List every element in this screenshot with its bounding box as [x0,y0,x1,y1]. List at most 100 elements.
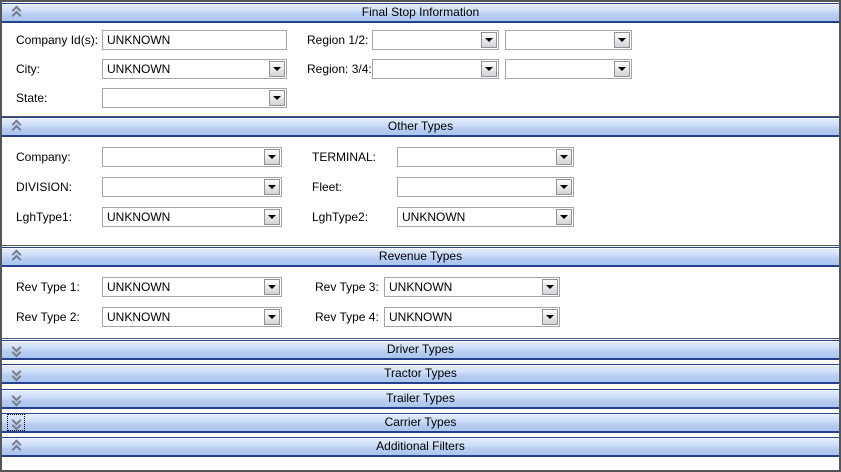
division-label: DIVISION: [16,177,72,197]
dropdown-arrow-icon [546,285,554,289]
dropdown-arrow-icon [268,285,276,289]
revenue-types-content: Rev Type 1: UNKNOWN Rev Type 3: UNKNOWN … [2,267,839,339]
dropdown-arrow-icon [485,67,493,71]
final-stop-content: Company Id(s): Region 1/2: City: UNKNOWN… [2,23,839,117]
dropdown-button[interactable] [269,90,285,106]
terminal-select[interactable] [397,147,574,167]
dropdown-arrow-icon [268,185,276,189]
fleet-value [402,178,553,196]
rev-type-3-value: UNKNOWN [389,278,539,296]
division-select[interactable] [102,177,282,197]
rev-type-3-select[interactable]: UNKNOWN [384,277,560,297]
company-select[interactable] [102,147,282,167]
division-value [107,178,261,196]
rev-type-2-value: UNKNOWN [107,308,261,326]
section-title: Driver Types [2,341,839,358]
rev-type-4-label: Rev Type 4: [315,307,379,327]
rev-type-2-select[interactable]: UNKNOWN [102,307,282,327]
company-value [107,148,261,166]
dropdown-arrow-icon [560,155,568,159]
section-header-other-types[interactable]: Other Types [2,117,839,137]
dropdown-button[interactable] [542,279,558,295]
lghtype2-select[interactable]: UNKNOWN [397,207,574,227]
region-1-value [377,31,478,49]
region-3-value [377,60,478,78]
dropdown-arrow-icon [618,38,626,42]
dropdown-button[interactable] [264,179,280,195]
dropdown-arrow-icon [268,215,276,219]
dropdown-arrow-icon [618,67,626,71]
dropdown-button[interactable] [556,209,572,225]
dropdown-button[interactable] [481,32,497,48]
section-title: Tractor Types [2,365,839,382]
section-header-final-stop-information[interactable]: Final Stop Information [2,3,839,23]
dropdown-button[interactable] [481,61,497,77]
section-title: Additional Filters [2,438,839,455]
rev-type-4-select[interactable]: UNKNOWN [384,307,560,327]
region-2-value [510,31,611,49]
dropdown-button[interactable] [264,279,280,295]
state-label: State: [16,88,47,108]
section-title: Carrier Types [2,414,839,431]
section-title: Trailer Types [2,390,839,407]
state-value [107,89,266,107]
city-label: City: [16,59,40,79]
terminal-label: TERMINAL: [312,147,376,167]
section-header-driver-types[interactable]: Driver Types [2,340,839,360]
rev-type-3-label: Rev Type 3: [315,277,379,297]
dropdown-button[interactable] [264,149,280,165]
dropdown-button[interactable] [556,179,572,195]
dropdown-button[interactable] [269,61,285,77]
region-1-select[interactable] [372,30,499,50]
section-title: Final Stop Information [2,4,839,21]
dropdown-button[interactable] [556,149,572,165]
dropdown-arrow-icon [268,155,276,159]
state-select[interactable] [102,88,287,108]
rev-type-2-label: Rev Type 2: [16,307,80,327]
section-header-revenue-types[interactable]: Revenue Types [2,247,839,267]
region-34-label: Region: 3/4: [307,59,372,79]
section-title: Revenue Types [2,248,839,265]
lghtype1-label: LghType1: [16,207,72,227]
fleet-select[interactable] [397,177,574,197]
lghtype2-label: LghType2: [312,207,368,227]
dropdown-button[interactable] [614,32,630,48]
rev-type-1-select[interactable]: UNKNOWN [102,277,282,297]
region-4-select[interactable] [505,59,632,79]
rev-type-4-value: UNKNOWN [389,308,539,326]
rev-type-1-label: Rev Type 1: [16,277,80,297]
company-ids-input[interactable] [102,30,287,50]
lghtype2-value: UNKNOWN [402,208,553,226]
filter-panel: Final Stop Information Company Id(s): Re… [0,0,841,472]
dropdown-button[interactable] [542,309,558,325]
dropdown-button[interactable] [264,209,280,225]
terminal-value [402,148,553,166]
dropdown-button[interactable] [264,309,280,325]
dropdown-button[interactable] [614,61,630,77]
lghtype1-select[interactable]: UNKNOWN [102,207,282,227]
city-value: UNKNOWN [107,60,266,78]
company-label: Company: [16,147,71,167]
dropdown-arrow-icon [268,315,276,319]
section-header-additional-filters[interactable]: Additional Filters [2,437,839,457]
section-title: Other Types [2,118,839,135]
region-3-select[interactable] [372,59,499,79]
dropdown-arrow-icon [485,38,493,42]
dropdown-arrow-icon [273,96,281,100]
dropdown-arrow-icon [560,215,568,219]
section-header-trailer-types[interactable]: Trailer Types [2,389,839,409]
section-header-tractor-types[interactable]: Tractor Types [2,364,839,384]
company-ids-label: Company Id(s): [16,30,98,50]
dropdown-arrow-icon [560,185,568,189]
region-12-label: Region 1/2: [307,30,368,50]
region-4-value [510,60,611,78]
dropdown-arrow-icon [273,67,281,71]
region-2-select[interactable] [505,30,632,50]
dropdown-arrow-icon [546,315,554,319]
section-header-carrier-types[interactable]: Carrier Types [2,413,839,433]
city-select[interactable]: UNKNOWN [102,59,287,79]
fleet-label: Fleet: [312,177,342,197]
other-types-content: Company: TERMINAL: DIVISION: Fleet: LghT… [2,137,839,246]
lghtype1-value: UNKNOWN [107,208,261,226]
rev-type-1-value: UNKNOWN [107,278,261,296]
